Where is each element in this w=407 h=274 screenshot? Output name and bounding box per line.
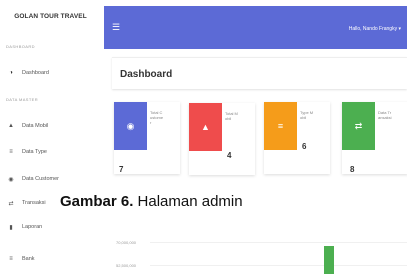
list-icon: ≡ [9, 149, 13, 155]
stat-card-label: Total Customer [150, 110, 164, 125]
car-icon: ▲ [189, 103, 222, 151]
users-icon: ◉ [114, 102, 147, 150]
chart-bar [324, 246, 334, 274]
stat-card-value: 8 [350, 165, 355, 174]
stat-card-label: Total Mobil [225, 111, 238, 121]
sidebar: GOLAN TOUR TRAVEL DASHBOARD ◑ Dashboard … [0, 0, 97, 274]
sidebar-item-dashboard[interactable]: ◑ Dashboard [0, 63, 97, 83]
sidebar-item-bank[interactable]: ≡ Bank [0, 249, 97, 269]
topbar: ☰ Hallo, Nando Frangky ▾ [104, 6, 407, 49]
user-name: Hallo, Nando Frangky [348, 26, 398, 32]
stat-card-total-mobil: ▲ Total Mobil 4 [189, 103, 255, 175]
sidebar-item-label: Dashboard [22, 70, 49, 76]
sidebar-item-label: Data Type [22, 149, 47, 155]
list-icon: ≡ [264, 102, 297, 150]
grid-line [150, 242, 407, 243]
sidebar-item-data-type[interactable]: ≡ Data Type [0, 142, 97, 162]
figure-caption-text: Halaman admin [133, 193, 243, 210]
speedometer-icon: ◑ [9, 70, 13, 76]
stat-card-type-mobil: ≡ Type Mobil 6 [264, 102, 330, 174]
sidebar-item-label: Bank [22, 256, 35, 262]
sidebar-item-label: Transaksi [22, 200, 46, 206]
section-master-label: DATA MASTER [6, 97, 39, 102]
users-icon: ◉ [8, 176, 14, 183]
sidebar-item-label: Data Mobil [22, 123, 49, 129]
page-title: Dashboard [120, 69, 173, 80]
stat-card-data-transaksi: ⇄ Data Transaksi 8 [342, 102, 407, 174]
sidebar-item-label: Laporan [22, 224, 43, 230]
sidebar-item-laporan[interactable]: ▮ Laporan [0, 217, 97, 237]
section-dashboard-label: DASHBOARD [6, 44, 35, 49]
stat-card-value: 7 [119, 165, 124, 174]
car-icon: ▲ [8, 123, 14, 129]
sidebar-item-data-mobil[interactable]: ▲ Data Mobil [0, 116, 97, 136]
sidebar-item-data-customer[interactable]: ◉ Data Customer [0, 169, 97, 189]
user-menu[interactable]: Hallo, Nando Frangky ▾ [349, 26, 401, 32]
y-tick-label: 52,500,000 [116, 263, 137, 268]
transaction-icon: ⇄ [8, 200, 14, 207]
grid-line [150, 265, 407, 266]
hamburger-icon[interactable]: ☰ [112, 23, 120, 32]
sidebar-item-label: Data Customer [22, 176, 59, 182]
figure-caption-label: Gambar 6. [60, 193, 134, 210]
stat-card-value: 6 [302, 142, 307, 151]
stat-card-label: Data Transaksi [378, 110, 392, 120]
stat-card-label: Type Mobil [300, 110, 314, 120]
y-tick-label: 70,000,000 [116, 240, 137, 245]
transaction-chart: 70,000,000 52,500,000 [112, 228, 407, 274]
brand-logo[interactable]: GOLAN TOUR TRAVEL [4, 0, 97, 32]
stat-card-value: 4 [227, 151, 232, 160]
bank-icon: ≡ [9, 256, 13, 262]
document-icon: ▮ [9, 224, 13, 231]
page-title-card: Dashboard [112, 57, 407, 89]
stat-card-total-customer: ◉ Total Customer 7 [114, 102, 180, 174]
transaction-icon: ⇄ [342, 102, 375, 150]
figure-caption: Gambar 6. Halaman admin [60, 193, 243, 210]
